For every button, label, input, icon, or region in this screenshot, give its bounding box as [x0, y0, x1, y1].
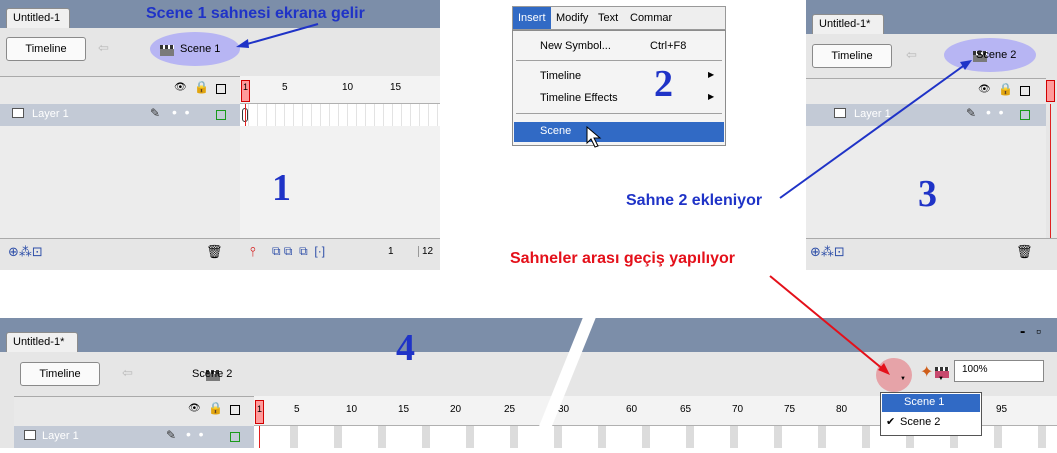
annotation-arrows — [769, 60, 972, 375]
